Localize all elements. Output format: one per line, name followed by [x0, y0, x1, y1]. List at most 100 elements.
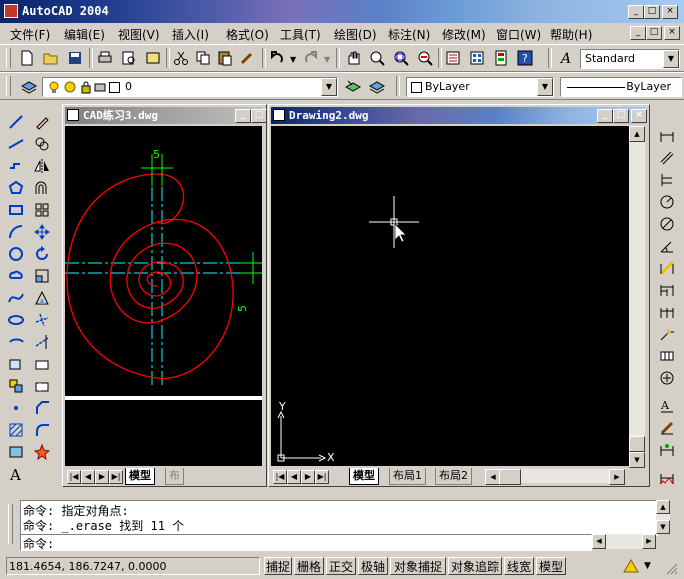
otrack-toggle[interactable]: 对象追踪	[448, 557, 502, 575]
close-button[interactable]: ×	[662, 5, 678, 19]
title-bar[interactable]: AutoCAD 2004 _ □ ×	[0, 0, 684, 23]
dimension-text-edit-icon[interactable]	[656, 417, 678, 439]
lightbulb-icon[interactable]	[47, 80, 61, 100]
communication-center-icon[interactable]	[622, 558, 640, 577]
text-style-icon[interactable]: A	[556, 47, 578, 69]
print-icon[interactable]	[94, 47, 116, 69]
coordinate-display[interactable]: 181.4654, 186.7247, 0.0000	[6, 557, 260, 575]
continue-dimension-icon[interactable]	[656, 301, 678, 323]
tab-layout1[interactable]: 布局1	[389, 468, 426, 485]
chevron-down-icon[interactable]: ▼	[321, 78, 337, 96]
menu-edit[interactable]: 编辑(E)	[64, 26, 105, 43]
explode-icon[interactable]	[31, 441, 53, 463]
dimension-update-icon[interactable]	[656, 439, 678, 461]
menu-file[interactable]: 文件(F)	[10, 26, 50, 43]
open-folder-icon[interactable]	[40, 47, 62, 69]
arc-icon[interactable]	[5, 221, 27, 243]
rotate-icon[interactable]	[31, 243, 53, 265]
tab-model[interactable]: 模型	[125, 468, 155, 485]
polar-toggle[interactable]: 极轴	[358, 557, 388, 575]
tool-palettes-icon[interactable]	[490, 47, 512, 69]
tolerance-icon[interactable]	[656, 345, 678, 367]
multiline-text-icon[interactable]: A	[5, 463, 27, 485]
linear-dimension-icon[interactable]	[656, 125, 678, 147]
command-horizontal-scrollbar[interactable]: ◀ ▶	[592, 534, 656, 549]
diameter-dimension-icon[interactable]	[656, 213, 678, 235]
layer-previous-icon[interactable]	[366, 75, 388, 97]
command-history-scrollbar[interactable]: ▲ ▼	[656, 500, 670, 534]
layer-manager-icon[interactable]	[18, 75, 40, 97]
drawing-window-title-bar[interactable]: CAD练习3.dwg _ □	[65, 107, 267, 124]
next-tab-icon[interactable]: ▶	[301, 470, 315, 484]
osnap-toggle[interactable]: 对象捕捉	[390, 557, 446, 575]
ortho-toggle[interactable]: 正交	[326, 557, 356, 575]
publish-icon[interactable]	[142, 47, 164, 69]
scroll-down-icon[interactable]: ▼	[656, 520, 670, 534]
stretch-icon[interactable]	[31, 287, 53, 309]
menu-draw[interactable]: 绘图(D)	[334, 26, 377, 43]
status-menu-arrow-icon[interactable]: ▼	[644, 561, 651, 571]
chevron-down-icon[interactable]: ▼	[663, 50, 679, 68]
command-input[interactable]: 命令:	[20, 534, 592, 551]
quick-leader-icon[interactable]	[656, 323, 678, 345]
new-file-icon[interactable]	[16, 47, 38, 69]
tab-model[interactable]: 模型	[349, 468, 379, 485]
radius-dimension-icon[interactable]	[656, 191, 678, 213]
move-icon[interactable]	[31, 221, 53, 243]
menu-dimension[interactable]: 标注(N)	[388, 26, 430, 43]
scroll-up-icon[interactable]: ▲	[629, 126, 645, 142]
scroll-left-icon[interactable]: ◀	[592, 534, 606, 549]
angular-dimension-icon[interactable]	[656, 235, 678, 257]
properties-icon[interactable]	[442, 47, 464, 69]
drawing-window-cad-practice[interactable]: CAD练习3.dwg _ □ 5 5 |◀ ◀ ▶ ▶| 模型 布	[62, 104, 267, 487]
linetype-select[interactable]: ByLayer	[560, 77, 682, 97]
design-center-icon[interactable]	[466, 47, 488, 69]
first-tab-icon[interactable]: |◀	[273, 470, 287, 484]
scroll-thumb[interactable]	[499, 469, 521, 485]
color-select[interactable]: ByLayer ▼	[406, 77, 554, 97]
baseline-dimension-icon[interactable]	[656, 279, 678, 301]
polyline-icon[interactable]	[5, 155, 27, 177]
plot-icon[interactable]	[93, 80, 107, 100]
maximize-button[interactable]: □	[644, 5, 660, 19]
save-icon[interactable]	[64, 47, 86, 69]
minimize-button[interactable]: _	[628, 5, 644, 19]
last-tab-icon[interactable]: ▶|	[315, 470, 329, 484]
array-icon[interactable]	[31, 199, 53, 221]
undo-icon[interactable]	[266, 47, 288, 69]
paste-icon[interactable]	[214, 47, 236, 69]
scroll-down-icon[interactable]: ▼	[629, 452, 645, 468]
drawing-maximize-button[interactable]: □	[613, 109, 629, 123]
menu-modify[interactable]: 修改(M)	[442, 26, 486, 43]
rectangle-icon[interactable]	[5, 199, 27, 221]
scroll-right-icon[interactable]: ▶	[609, 469, 625, 485]
menu-insert[interactable]: 插入(I)	[172, 26, 209, 43]
drawing-canvas[interactable]: Y X	[271, 126, 629, 466]
dimension-edit-icon[interactable]: A	[656, 395, 678, 417]
drawing-window-title-bar[interactable]: Drawing2.dwg _ □ ×	[271, 107, 647, 124]
prev-tab-icon[interactable]: ◀	[287, 470, 301, 484]
match-properties-icon[interactable]	[236, 47, 258, 69]
layer-select[interactable]: 0 ▼	[42, 77, 338, 97]
copy-icon[interactable]	[192, 47, 214, 69]
dimension-style-icon[interactable]	[656, 467, 678, 489]
polygon-icon[interactable]	[5, 177, 27, 199]
plot-preview-icon[interactable]	[118, 47, 140, 69]
scale-icon[interactable]	[31, 265, 53, 287]
cut-icon[interactable]	[170, 47, 192, 69]
fillet-icon[interactable]	[31, 419, 53, 441]
vertical-scrollbar[interactable]: ▲ ▼	[629, 126, 645, 468]
prev-tab-icon[interactable]: ◀	[81, 470, 95, 484]
construction-line-icon[interactable]	[5, 133, 27, 155]
sun-icon[interactable]	[63, 80, 77, 100]
copy-object-icon[interactable]	[31, 133, 53, 155]
aligned-dimension-icon[interactable]	[656, 147, 678, 169]
doc-restore-button[interactable]: □	[646, 26, 662, 40]
circle-icon[interactable]	[5, 243, 27, 265]
offset-icon[interactable]	[31, 177, 53, 199]
trim-icon[interactable]	[31, 309, 53, 331]
center-mark-icon[interactable]	[656, 367, 678, 389]
drawing-icon[interactable]	[67, 109, 79, 121]
app-icon[interactable]	[4, 4, 18, 18]
ordinate-dimension-icon[interactable]	[656, 169, 678, 191]
